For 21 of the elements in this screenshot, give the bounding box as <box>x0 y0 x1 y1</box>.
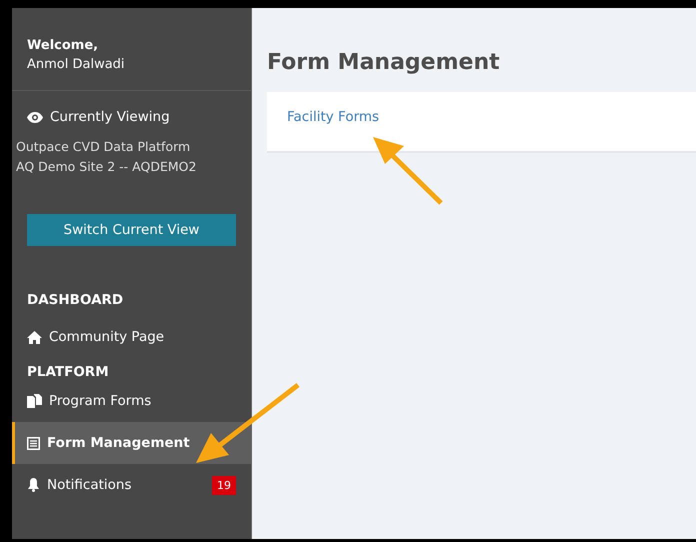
arrow <box>373 137 443 205</box>
home-icon <box>27 330 42 344</box>
documents-icon <box>27 394 42 408</box>
nav-item[interactable]: Notifications 19 <box>9 464 251 506</box>
notification-count-badge: 19 <box>212 476 236 494</box>
facility-forms-link[interactable]: Facility Forms <box>287 108 380 124</box>
switch-view-button[interactable]: Switch Current View <box>27 214 236 246</box>
eye-icon <box>27 112 43 122</box>
welcome-text: Welcome, <box>27 37 100 55</box>
bell-icon <box>27 478 40 492</box>
nav-item[interactable]: Community Page <box>9 316 251 358</box>
currently-viewing-label: Currently Viewing <box>50 109 170 125</box>
nav-item[interactable]: Form Management <box>12 422 251 464</box>
page-title: Form Management <box>267 50 501 75</box>
list-icon <box>27 436 40 450</box>
section-heading: PLATFORM <box>26 364 110 382</box>
section-heading: DASHBOARD <box>26 292 124 310</box>
nav-item[interactable]: Program Forms <box>9 380 251 422</box>
user-name: Anmol Dalwadi <box>27 56 126 74</box>
platform-name: Outpace CVD Data Platform <box>15 138 192 156</box>
site-name: AQ Demo Site 2 -- AQDEMO2 <box>15 158 198 176</box>
